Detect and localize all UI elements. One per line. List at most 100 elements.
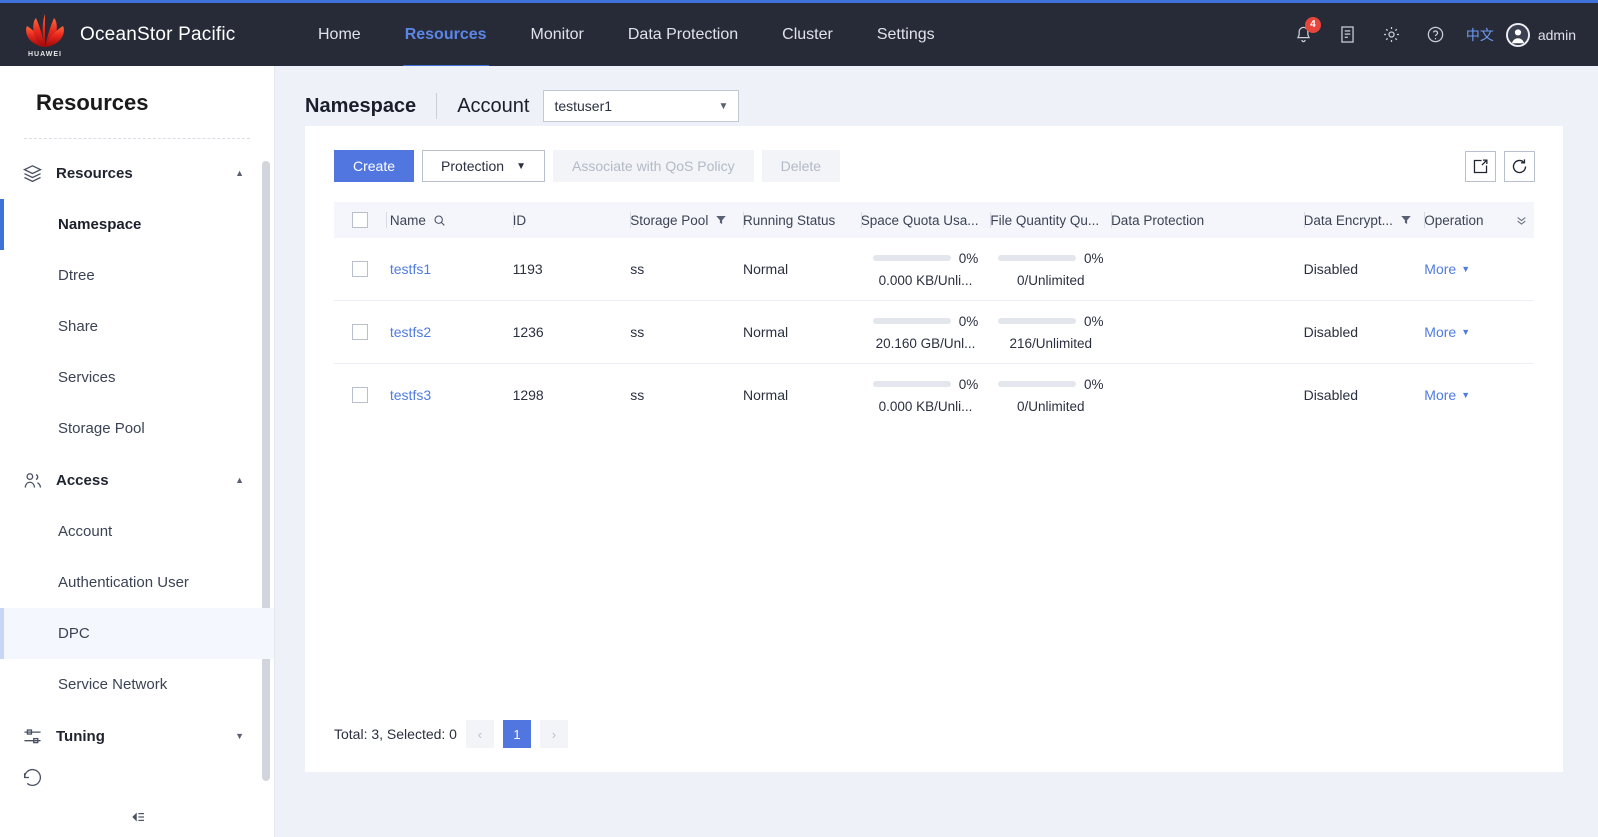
- account-select[interactable]: testuser1 ▼: [543, 90, 739, 122]
- help-icon[interactable]: [1419, 18, 1453, 52]
- table-row[interactable]: testfs2 1236 ss Normal 0% 20.160 GB/Unl.…: [334, 301, 1534, 364]
- protection-button-label: Protection: [441, 158, 504, 174]
- cell-running-status: Normal: [743, 364, 861, 426]
- column-header-file-quantity[interactable]: File Quantity Qu...: [990, 202, 1111, 238]
- gear-icon[interactable]: [1375, 18, 1409, 52]
- product-title: OceanStor Pacific: [80, 24, 235, 46]
- sidebar-item-account[interactable]: Account: [0, 506, 274, 557]
- more-button-label: More: [1424, 324, 1456, 340]
- column-header-label: Data Encrypt...: [1304, 213, 1393, 228]
- column-settings-icon[interactable]: [1515, 214, 1528, 227]
- nav-item-home[interactable]: Home: [296, 2, 383, 68]
- associate-qos-policy-button: Associate with QoS Policy: [553, 150, 754, 182]
- cell-name: testfs2: [386, 301, 513, 363]
- refresh-icon[interactable]: [1504, 151, 1535, 182]
- space-quota-text: 0.000 KB/Unli...: [879, 273, 973, 288]
- file-quantity-text: 0/Unlimited: [1017, 273, 1085, 288]
- bell-icon[interactable]: 4: [1287, 18, 1321, 52]
- column-header-id[interactable]: ID: [513, 202, 631, 238]
- namespace-link[interactable]: testfs1: [390, 261, 431, 277]
- language-switch[interactable]: 中文: [1466, 25, 1494, 45]
- sidebar-item-dtree[interactable]: Dtree: [0, 250, 274, 301]
- column-header-label: File Quantity Qu...: [990, 213, 1099, 228]
- sidebar-item-authentication-user[interactable]: Authentication User: [0, 557, 274, 608]
- restore-icon: [22, 767, 50, 788]
- file-quantity-percent: 0%: [1084, 377, 1104, 392]
- user-menu[interactable]: admin: [1506, 23, 1576, 47]
- column-header-label: Name: [390, 213, 426, 228]
- brand-logo-area[interactable]: HUAWEI OceanStor Pacific: [22, 13, 272, 57]
- nav-item-monitor[interactable]: Monitor: [509, 2, 606, 68]
- column-header-space-quota[interactable]: Space Quota Usa...: [861, 202, 991, 238]
- sidebar-group-resources[interactable]: Resources ▲: [0, 147, 274, 199]
- layers-icon: [22, 163, 50, 184]
- table-row[interactable]: testfs1 1193 ss Normal 0% 0.000 KB/Unli.…: [334, 238, 1534, 301]
- cell-space-quota: 0% 20.160 GB/Unl...: [861, 301, 991, 363]
- notification-badge: 4: [1305, 17, 1321, 33]
- file-quantity-percent: 0%: [1084, 314, 1104, 329]
- select-all-checkbox[interactable]: [352, 212, 368, 228]
- more-button[interactable]: More ▼: [1424, 387, 1470, 403]
- top-navigation-bar: HUAWEI OceanStor Pacific Home Resources …: [0, 0, 1598, 66]
- nav-item-resources[interactable]: Resources: [383, 2, 509, 68]
- sidebar-item-storage-pool[interactable]: Storage Pool: [0, 403, 274, 454]
- pagination-summary: Total: 3, Selected: 0: [334, 726, 457, 742]
- chevron-down-icon[interactable]: ▼: [235, 731, 244, 741]
- select-all-header: [334, 202, 386, 238]
- namespace-link[interactable]: testfs2: [390, 324, 431, 340]
- protection-button[interactable]: Protection ▼: [422, 150, 545, 182]
- row-checkbox[interactable]: [352, 387, 368, 403]
- page-title: Namespace: [305, 95, 416, 118]
- sidebar-item-dpc[interactable]: DPC: [0, 608, 274, 659]
- row-checkbox[interactable]: [352, 324, 368, 340]
- more-button[interactable]: More ▼: [1424, 324, 1470, 340]
- column-header-label: Operation: [1424, 213, 1483, 228]
- search-icon[interactable]: [433, 214, 446, 227]
- namespace-link[interactable]: testfs3: [390, 387, 431, 403]
- column-header-label: Storage Pool: [630, 213, 708, 228]
- log-icon[interactable]: [1331, 18, 1365, 52]
- more-button[interactable]: More ▼: [1424, 261, 1470, 277]
- column-header-running-status[interactable]: Running Status: [743, 202, 861, 238]
- sidebar-item-share[interactable]: Share: [0, 301, 274, 352]
- export-icon[interactable]: [1465, 151, 1496, 182]
- column-header-data-encryption[interactable]: Data Encrypt...: [1304, 202, 1425, 238]
- filter-icon[interactable]: [1400, 214, 1412, 226]
- chevron-down-icon: ▼: [1461, 327, 1470, 337]
- file-quantity-percent: 0%: [1084, 251, 1104, 266]
- row-select-cell: [334, 364, 386, 426]
- pagination-prev-button: ‹: [466, 720, 494, 748]
- table-toolbar: Create Protection ▼ Associate with QoS P…: [305, 126, 1563, 182]
- chevron-down-icon: ▼: [1461, 264, 1470, 274]
- nav-item-settings[interactable]: Settings: [855, 2, 957, 68]
- column-header-storage-pool[interactable]: Storage Pool: [630, 202, 743, 238]
- column-header-data-protection[interactable]: Data Protection: [1111, 202, 1304, 238]
- create-button[interactable]: Create: [334, 150, 414, 182]
- column-header-name[interactable]: Name: [386, 202, 513, 238]
- space-quota-bar: [873, 318, 951, 324]
- filter-icon[interactable]: [715, 214, 727, 226]
- table-row[interactable]: testfs3 1298 ss Normal 0% 0.000 KB/Unli.…: [334, 364, 1534, 426]
- chevron-down-icon: ▼: [516, 161, 526, 172]
- space-quota-text: 0.000 KB/Unli...: [879, 399, 973, 414]
- sidebar-group-access[interactable]: Access ▲: [0, 454, 274, 506]
- nav-item-data-protection[interactable]: Data Protection: [606, 2, 760, 68]
- nav-item-cluster[interactable]: Cluster: [760, 2, 855, 68]
- sidebar-item-namespace[interactable]: Namespace: [0, 199, 274, 250]
- sidebar-item-service-network[interactable]: Service Network: [0, 659, 274, 710]
- sidebar-group-tuning[interactable]: Tuning ▼: [0, 710, 274, 762]
- content-area: Namespace Account testuser1 ▼ Create Pro…: [275, 66, 1598, 837]
- sidebar-group-partial[interactable]: [0, 762, 274, 792]
- chevron-up-icon[interactable]: ▲: [235, 475, 244, 485]
- row-select-cell: [334, 301, 386, 363]
- collapse-sidebar-icon[interactable]: [0, 797, 275, 837]
- namespace-table: Name ID Storage Pool: [334, 202, 1534, 426]
- cell-space-quota: 0% 0.000 KB/Unli...: [861, 364, 991, 426]
- cell-operation: More ▼: [1424, 238, 1534, 300]
- row-checkbox[interactable]: [352, 261, 368, 277]
- pagination-page-1[interactable]: 1: [503, 720, 531, 748]
- space-quota-percent: 0%: [959, 377, 979, 392]
- cell-running-status: Normal: [743, 238, 861, 300]
- sidebar-item-services[interactable]: Services: [0, 352, 274, 403]
- chevron-up-icon[interactable]: ▲: [235, 168, 244, 178]
